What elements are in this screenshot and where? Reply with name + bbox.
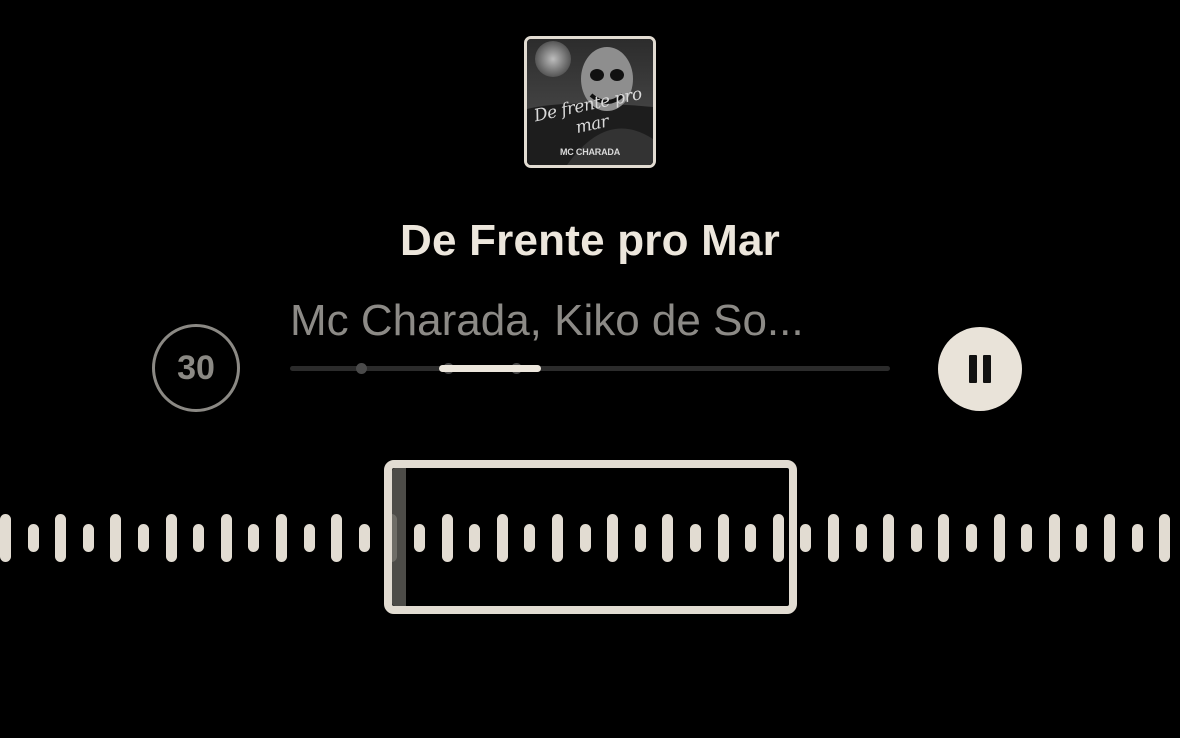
waveform-bar xyxy=(883,514,895,562)
track-title: De Frente pro Mar xyxy=(400,216,780,265)
track-artist: Mc Charada, Kiko de So... xyxy=(290,296,804,345)
waveform-bar xyxy=(1104,514,1115,562)
waveform-bar xyxy=(1048,514,1060,562)
progress-fill[interactable] xyxy=(439,365,541,372)
album-art: De frente pro mar MC CHARADA xyxy=(524,36,656,168)
waveform-selection-window[interactable] xyxy=(384,460,797,614)
waveform-bar xyxy=(303,524,315,552)
waveform-bar xyxy=(938,514,950,562)
skip-30-icon: 30 xyxy=(177,348,215,387)
waveform-bar xyxy=(966,524,977,552)
progress-marker xyxy=(356,363,367,374)
waveform-bar xyxy=(800,524,812,552)
waveform-bar xyxy=(27,524,39,552)
waveform-bar xyxy=(358,524,370,552)
waveform-bar xyxy=(276,514,287,562)
waveform-bar xyxy=(855,524,867,552)
waveform-bar xyxy=(138,524,149,552)
waveform-bar xyxy=(193,524,205,552)
pause-button[interactable] xyxy=(938,327,1022,411)
waveform-bar xyxy=(55,514,67,562)
waveform-bar xyxy=(110,514,122,562)
waveform-bar xyxy=(220,514,232,562)
selection-handle[interactable] xyxy=(392,468,406,606)
waveform-bar xyxy=(910,524,922,552)
waveform-bar xyxy=(82,524,94,552)
pause-icon xyxy=(969,355,977,383)
waveform-bar xyxy=(1076,524,1088,552)
waveform-bar xyxy=(248,524,260,552)
waveform-bar xyxy=(1159,514,1171,562)
waveform-bar xyxy=(1131,524,1143,552)
waveform-bar xyxy=(165,514,177,562)
skip-30-button[interactable]: 30 xyxy=(152,324,240,412)
album-art-artist-logo: MC CHARADA xyxy=(560,147,620,157)
waveform-bar xyxy=(0,514,11,562)
waveform-bar xyxy=(1021,524,1033,552)
waveform-bar xyxy=(993,514,1005,562)
waveform-bar xyxy=(331,514,343,562)
progress-track[interactable] xyxy=(290,363,890,374)
waveform-bar xyxy=(828,514,839,562)
pause-icon xyxy=(983,355,991,383)
